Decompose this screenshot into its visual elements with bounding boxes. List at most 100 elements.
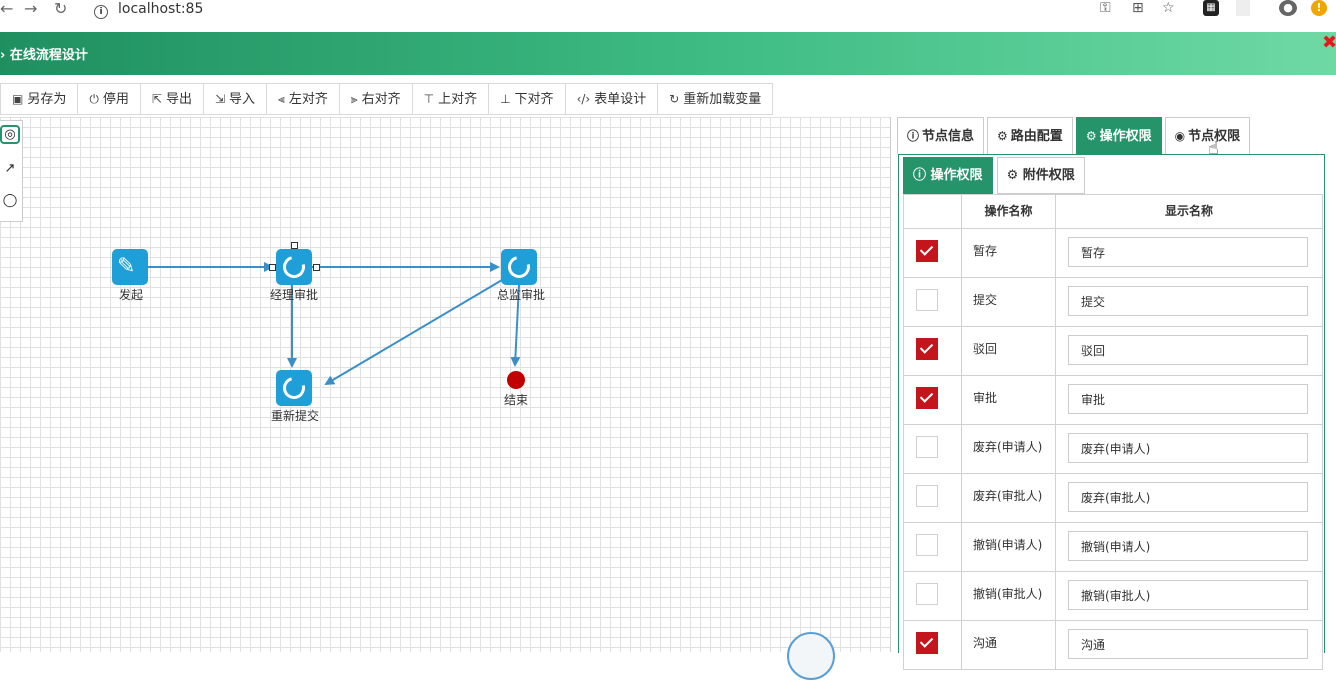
operation-name: 驳回 bbox=[962, 327, 1056, 375]
display-name-cell bbox=[1056, 278, 1322, 326]
checkbox-cell bbox=[904, 327, 962, 375]
forward-arrow-icon[interactable]: → bbox=[24, 0, 37, 18]
subtab-0[interactable]: ⓘ 操作权限 bbox=[903, 157, 993, 194]
gear-icon: ⚙ bbox=[1006, 168, 1019, 183]
display-name-cell bbox=[1056, 474, 1322, 522]
subtab-1[interactable]: ⚙ 附件权限 bbox=[996, 157, 1085, 194]
translate-icon[interactable]: ⊞ bbox=[1132, 0, 1144, 16]
checkbox-cell bbox=[904, 523, 962, 571]
power-icon: ⏻ bbox=[89, 92, 99, 106]
toolbar-button-import[interactable]: ⇲ 导入 bbox=[204, 84, 268, 114]
permission-checkbox[interactable] bbox=[916, 289, 938, 311]
display-name-cell bbox=[1056, 621, 1322, 669]
tab-2[interactable]: ⚙ 操作权限 bbox=[1075, 117, 1162, 154]
update-alert-icon[interactable]: ! bbox=[1311, 0, 1327, 16]
toolbar-button-code[interactable]: ‹/› 表单设计 bbox=[566, 84, 659, 114]
task-ring-icon bbox=[503, 251, 535, 283]
flow-node-end[interactable] bbox=[507, 371, 525, 389]
subtab-label: 附件权限 bbox=[1022, 168, 1075, 183]
permission-checkbox[interactable] bbox=[916, 485, 938, 507]
permission-subtabs: ⓘ 操作权限 ⚙ 附件权限 bbox=[903, 157, 1089, 194]
operation-name: 废弃(审批人) bbox=[962, 474, 1056, 522]
display-name-input[interactable] bbox=[1068, 629, 1308, 659]
floating-action-circle[interactable] bbox=[787, 632, 835, 680]
operation-name: 撤销(审批人) bbox=[962, 572, 1056, 620]
table-body: 暂存提交驳回审批废弃(申请人)废弃(审批人)撤销(申请人)撤销(审批人)沟通 bbox=[904, 229, 1322, 670]
display-name-input[interactable] bbox=[1068, 237, 1308, 267]
resize-handle[interactable] bbox=[291, 242, 298, 249]
hand-cursor-icon: ☝ bbox=[1208, 138, 1219, 159]
resize-handle[interactable] bbox=[269, 264, 276, 271]
node-label-end: 结束 bbox=[504, 393, 529, 407]
key-icon[interactable]: ⚿ bbox=[1100, 0, 1111, 16]
checkbox-cell bbox=[904, 278, 962, 326]
table-row: 撤销(审批人) bbox=[904, 572, 1322, 621]
table-row: 暂存 bbox=[904, 229, 1322, 278]
flow-canvas[interactable] bbox=[0, 117, 891, 652]
info-icon: ⓘ bbox=[907, 129, 920, 143]
toolbar-button-label: 停用 bbox=[102, 92, 129, 107]
toolbar-button-label: 右对齐 bbox=[361, 92, 401, 107]
toolbar-button-label: 表单设计 bbox=[594, 92, 647, 107]
address-bar[interactable]: i localhost:85 bbox=[94, 0, 203, 19]
display-name-input[interactable] bbox=[1068, 335, 1308, 365]
permission-checkbox[interactable] bbox=[916, 387, 938, 409]
header-checkbox-col bbox=[904, 195, 962, 228]
pencil-icon: ✎ bbox=[117, 254, 136, 279]
reload-icon[interactable]: ↻ bbox=[54, 0, 67, 18]
browser-toolbar: ← → ↻ i localhost:85 ⚿ ⊞ ☆ ▦ ● ! bbox=[0, 0, 1336, 33]
back-arrow-icon[interactable]: ← bbox=[0, 0, 13, 18]
toolbar-button-align-top[interactable]: ⊤ 上对齐 bbox=[413, 84, 490, 114]
display-name-input[interactable] bbox=[1068, 531, 1308, 561]
toolbar-button-align-bottom[interactable]: ⊥ 下对齐 bbox=[489, 84, 566, 114]
align-top-icon: ⊤ bbox=[423, 92, 435, 106]
resize-handle[interactable] bbox=[313, 264, 320, 271]
operation-name: 撤销(申请人) bbox=[962, 523, 1056, 571]
star-icon[interactable]: ☆ bbox=[1162, 0, 1175, 16]
toolbar-button-power[interactable]: ⏻ 停用 bbox=[78, 84, 141, 114]
flow-node-manager[interactable] bbox=[276, 249, 312, 285]
display-name-input[interactable] bbox=[1068, 580, 1308, 610]
permission-checkbox[interactable] bbox=[916, 632, 938, 654]
toolbar-button-align-left[interactable]: ⫷ 左对齐 bbox=[267, 84, 340, 114]
tab-1[interactable]: ⚙ 路由配置 bbox=[987, 117, 1073, 154]
align-left-icon: ⫷ bbox=[278, 92, 285, 106]
flow-node-resubmit[interactable] bbox=[276, 370, 312, 406]
node-palette: ◎ ↗ ◯ bbox=[0, 120, 23, 222]
tab-0[interactable]: ⓘ 节点信息 bbox=[897, 117, 985, 154]
permission-checkbox[interactable] bbox=[916, 240, 938, 262]
display-name-input[interactable] bbox=[1068, 433, 1308, 463]
page-title: › 在线流程设计 bbox=[0, 48, 88, 63]
extension-icon[interactable]: ▦ bbox=[1203, 0, 1219, 16]
checkbox-cell bbox=[904, 229, 962, 277]
toolbar-button-save[interactable]: ▣ 另存为 bbox=[1, 84, 79, 114]
permission-checkbox[interactable] bbox=[916, 583, 938, 605]
checkbox-cell bbox=[904, 376, 962, 424]
display-name-cell bbox=[1056, 376, 1322, 424]
permission-checkbox[interactable] bbox=[916, 338, 938, 360]
display-name-input[interactable] bbox=[1068, 384, 1308, 414]
import-icon: ⇲ bbox=[214, 92, 226, 106]
toolbar-button-reload[interactable]: ↻ 重新加载变量 bbox=[658, 84, 772, 114]
display-name-cell bbox=[1056, 523, 1322, 571]
toolbar-button-export[interactable]: ⇱ 导出 bbox=[141, 84, 204, 114]
permission-checkbox[interactable] bbox=[916, 436, 938, 458]
display-name-input[interactable] bbox=[1068, 482, 1308, 512]
flow-node-director[interactable] bbox=[501, 249, 537, 285]
toolbar-button-label: 重新加载变量 bbox=[683, 92, 762, 107]
toolbar-button-label: 左对齐 bbox=[288, 92, 328, 107]
profile-icon[interactable]: ● bbox=[1279, 0, 1297, 16]
flow-node-start[interactable]: ✎ bbox=[112, 249, 148, 285]
table-row: 沟通 bbox=[904, 621, 1322, 670]
palette-select-icon[interactable]: ◎ bbox=[0, 125, 20, 144]
display-name-input[interactable] bbox=[1068, 286, 1308, 316]
close-icon[interactable]: ✖ bbox=[1322, 32, 1336, 53]
permission-checkbox[interactable] bbox=[916, 534, 938, 556]
palette-line-icon[interactable]: ↗ bbox=[0, 161, 20, 176]
toolbar-button-align-right[interactable]: ⫸ 右对齐 bbox=[340, 84, 413, 114]
info-icon[interactable]: i bbox=[94, 5, 108, 19]
tab-label: 操作权限 bbox=[1099, 129, 1152, 144]
table-row: 提交 bbox=[904, 278, 1322, 327]
palette-task-icon[interactable]: ◯ bbox=[0, 193, 20, 208]
extension-blank-icon[interactable] bbox=[1236, 0, 1250, 16]
